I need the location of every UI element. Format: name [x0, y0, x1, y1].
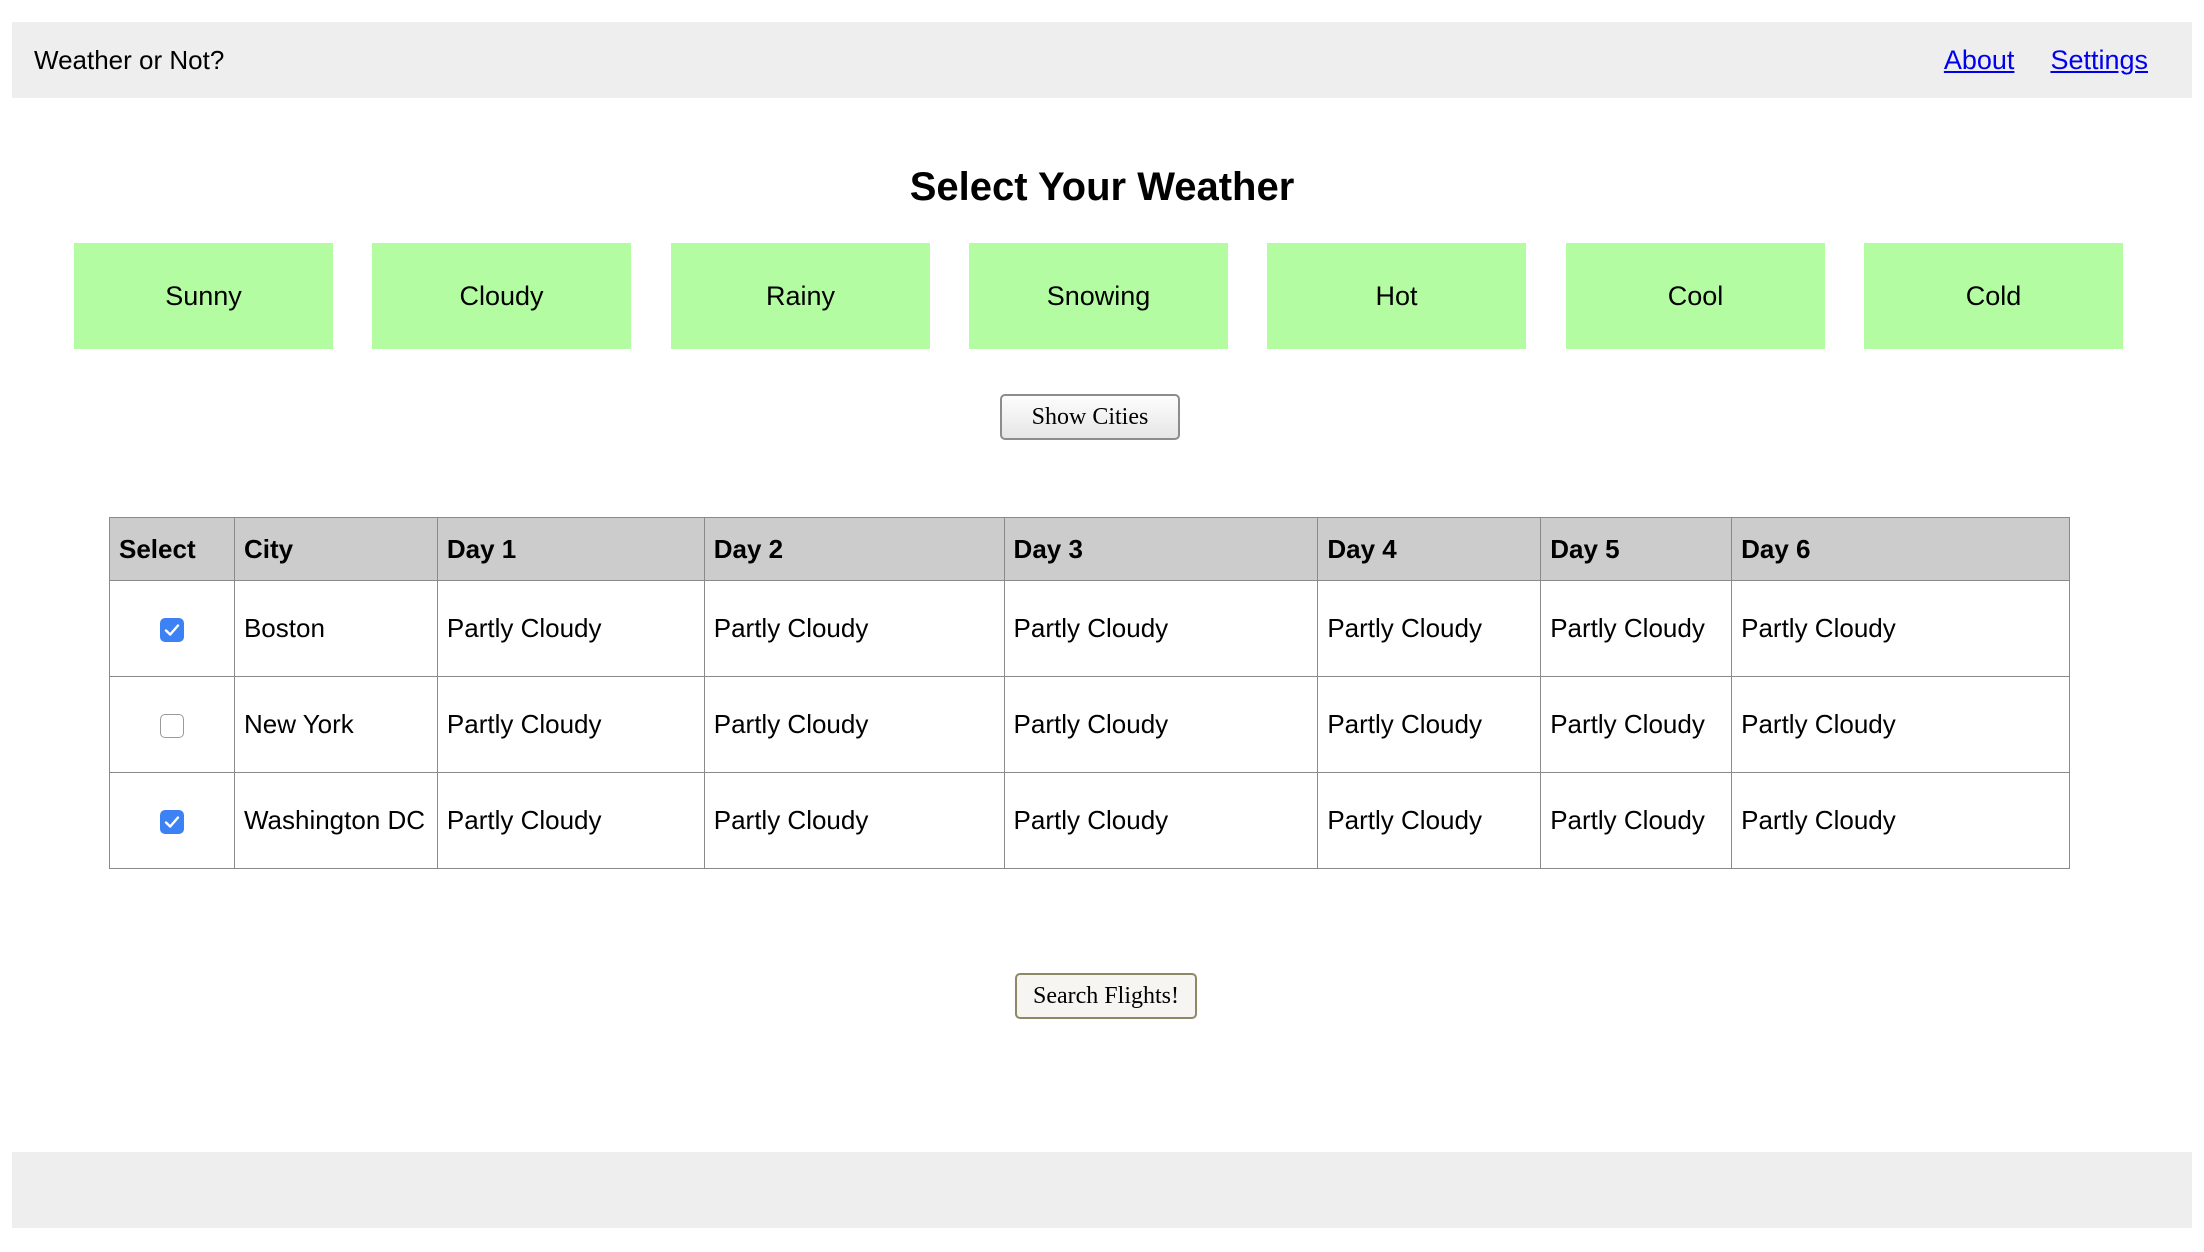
forecast-cell: Partly Cloudy	[436, 580, 705, 677]
column-header-select: Select	[109, 517, 235, 581]
forecast-cell: Partly Cloudy	[1003, 772, 1319, 869]
forecast-cell: Partly Cloudy	[1003, 580, 1319, 677]
select-cell	[109, 676, 235, 773]
forecast-cell: Partly Cloudy	[703, 772, 1005, 869]
city-select-checkbox[interactable]	[159, 618, 184, 643]
forecast-cell: Partly Cloudy	[1540, 676, 1733, 773]
forecast-cell: Partly Cloudy	[1540, 580, 1733, 677]
forecast-cell: Partly Cloudy	[436, 676, 705, 773]
checkmark-icon	[164, 816, 180, 828]
nav-link-about[interactable]: About	[1944, 45, 2015, 76]
table-header-row: Select City Day 1 Day 2 Day 3 Day 4 Day …	[109, 517, 2070, 581]
forecast-cell: Partly Cloudy	[1731, 580, 2070, 677]
column-header-day-5: Day 5	[1540, 517, 1733, 581]
cities-table: Select City Day 1 Day 2 Day 3 Day 4 Day …	[109, 517, 2070, 869]
search-flights-button[interactable]: Search Flights!	[1015, 973, 1197, 1019]
forecast-cell: Partly Cloudy	[703, 580, 1005, 677]
city-name: Boston	[233, 580, 438, 677]
footer-bar	[12, 1152, 2192, 1228]
column-header-day-2: Day 2	[703, 517, 1005, 581]
weather-option-cold[interactable]: Cold	[1864, 243, 2123, 349]
city-select-checkbox[interactable]	[159, 714, 184, 739]
column-header-day-1: Day 1	[436, 517, 705, 581]
header-bar: Weather or Not? About Settings	[12, 22, 2192, 98]
weather-option-hot[interactable]: Hot	[1267, 243, 1526, 349]
select-cell	[109, 772, 235, 869]
app-title: Weather or Not?	[34, 45, 225, 75]
column-header-day-6: Day 6	[1731, 517, 2070, 581]
weather-option-snowing[interactable]: Snowing	[969, 243, 1228, 349]
checkmark-icon	[164, 624, 180, 636]
city-select-checkbox[interactable]	[159, 810, 184, 835]
forecast-cell: Partly Cloudy	[1731, 676, 2070, 773]
forecast-cell: Partly Cloudy	[1317, 772, 1542, 869]
forecast-cell: Partly Cloudy	[436, 772, 705, 869]
forecast-cell: Partly Cloudy	[1003, 676, 1319, 773]
weather-option-rainy[interactable]: Rainy	[671, 243, 930, 349]
forecast-cell: Partly Cloudy	[1540, 772, 1733, 869]
forecast-cell: Partly Cloudy	[1317, 580, 1542, 677]
weather-option-cool[interactable]: Cool	[1566, 243, 1825, 349]
column-header-city: City	[233, 517, 438, 581]
city-name: New York	[233, 676, 438, 773]
column-header-day-3: Day 3	[1003, 517, 1319, 581]
forecast-cell: Partly Cloudy	[1731, 772, 2070, 869]
header-nav: About Settings	[1944, 22, 2148, 98]
page-title: Select Your Weather	[909, 165, 1295, 209]
forecast-cell: Partly Cloudy	[703, 676, 1005, 773]
city-name: Washington DC	[233, 772, 438, 869]
column-header-day-4: Day 4	[1317, 517, 1542, 581]
table-row: New York Partly Cloudy Partly Cloudy Par…	[109, 676, 2070, 773]
show-cities-button[interactable]: Show Cities	[1000, 394, 1180, 440]
table-row: Boston Partly Cloudy Partly Cloudy Partl…	[109, 580, 2070, 677]
table-row: Washington DC Partly Cloudy Partly Cloud…	[109, 772, 2070, 869]
weather-option-sunny[interactable]: Sunny	[74, 243, 333, 349]
weather-option-cloudy[interactable]: Cloudy	[372, 243, 631, 349]
forecast-cell: Partly Cloudy	[1317, 676, 1542, 773]
select-cell	[109, 580, 235, 677]
nav-link-settings[interactable]: Settings	[2050, 45, 2148, 76]
